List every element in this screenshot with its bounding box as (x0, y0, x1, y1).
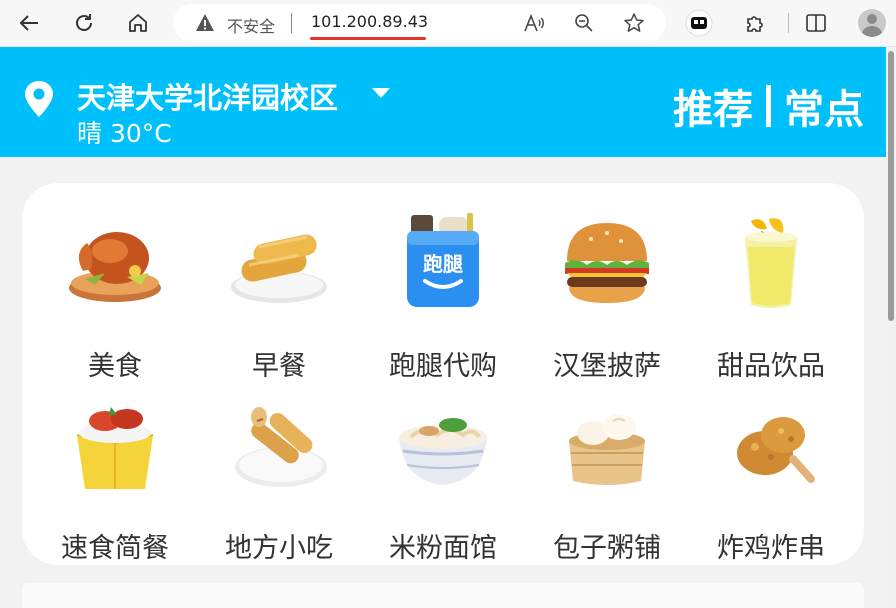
content-card (22, 583, 864, 608)
tab-divider (766, 85, 771, 127)
category-label: 跑腿代购 (389, 351, 497, 382)
roast-chicken-icon (69, 232, 161, 302)
insecure-label: 不安全 (227, 17, 276, 36)
category-item[interactable]: 米粉面馆 (361, 395, 525, 565)
drink-icon (745, 218, 797, 308)
address-bar[interactable]: 不安全 101.200.89.43 (173, 4, 666, 42)
category-grid: 美食 早餐 跑腿 跑腿代购 汉堡披萨 甜品饮品 速食简餐 地方小吃 米粉面馆 包… (22, 183, 864, 565)
category-label: 米粉面馆 (389, 533, 497, 564)
category-item[interactable]: 汉堡披萨 (525, 213, 689, 383)
split-screen-icon (806, 14, 826, 32)
category-label: 早餐 (252, 351, 306, 382)
category-label: 速食简餐 (61, 533, 169, 564)
category-item[interactable]: 早餐 (197, 213, 361, 383)
campus-selector[interactable]: 天津大学北洋园校区 (77, 75, 338, 117)
noodle-bowl-icon (399, 418, 487, 485)
app-header: 天津大学北洋园校区 晴 30°C 推荐 常点 (0, 47, 886, 157)
category-item[interactable]: 跑腿 跑腿代购 (361, 213, 525, 383)
arrow-left-icon (19, 15, 38, 31)
category-item[interactable]: 地方小吃 (197, 395, 361, 565)
zoom-out-button[interactable] (571, 10, 597, 36)
category-item[interactable]: 甜品饮品 (689, 213, 853, 383)
category-item[interactable]: 速食简餐 (33, 395, 197, 565)
tab-frequent[interactable]: 常点 (784, 77, 864, 135)
read-aloud-button[interactable] (521, 10, 547, 36)
fast-food-box-icon (76, 407, 154, 489)
location-pin-icon[interactable] (22, 79, 56, 119)
puzzle-icon (747, 16, 763, 32)
category-item[interactable]: 炸鸡炸串 (689, 395, 853, 565)
caret-down-icon[interactable] (372, 88, 390, 98)
browser-toolbar: 不安全 101.200.89.43 (0, 0, 896, 47)
breakfast-icon (231, 234, 327, 303)
home-button[interactable] (121, 6, 155, 40)
page-scrollbar[interactable] (886, 47, 896, 608)
category-label: 美食 (88, 351, 142, 382)
tab-recommend[interactable]: 推荐 (673, 77, 753, 135)
extension-face-icon (685, 9, 713, 37)
warning-icon (196, 14, 214, 31)
split-screen-button[interactable] (799, 6, 833, 40)
url-text[interactable]: 101.200.89.43 (311, 12, 428, 31)
scrollbar-thumb[interactable] (888, 51, 894, 321)
category-item[interactable]: 美食 (33, 213, 197, 383)
read-aloud-icon (524, 13, 544, 32)
extension-button[interactable] (682, 6, 716, 40)
toolbar-separator (788, 13, 789, 33)
snack-roll-icon (235, 407, 327, 487)
zoom-out-icon (575, 14, 593, 32)
category-label: 地方小吃 (225, 533, 333, 564)
back-button[interactable] (12, 6, 46, 40)
category-label: 炸鸡炸串 (717, 533, 825, 564)
burger-icon (565, 223, 649, 303)
star-icon (624, 13, 644, 32)
favorite-button[interactable] (621, 10, 647, 36)
category-label: 甜品饮品 (717, 351, 825, 382)
address-separator (291, 13, 292, 33)
extensions-button[interactable] (738, 6, 772, 40)
profile-avatar[interactable] (858, 9, 886, 37)
errand-logo-text: 跑腿 (423, 252, 463, 276)
url-underline (310, 37, 426, 40)
home-icon (129, 14, 147, 32)
steamed-bun-icon (569, 414, 645, 485)
errand-bag-icon: 跑腿 (407, 213, 479, 307)
weather-text: 晴 30°C (77, 119, 172, 148)
refresh-icon (76, 14, 92, 31)
category-label: 包子粥铺 (553, 533, 661, 564)
category-item[interactable]: 包子粥铺 (525, 395, 689, 565)
category-label: 汉堡披萨 (553, 351, 661, 382)
fried-chicken-icon (737, 417, 815, 483)
refresh-button[interactable] (67, 6, 101, 40)
header-tabs: 推荐 常点 (673, 77, 864, 135)
